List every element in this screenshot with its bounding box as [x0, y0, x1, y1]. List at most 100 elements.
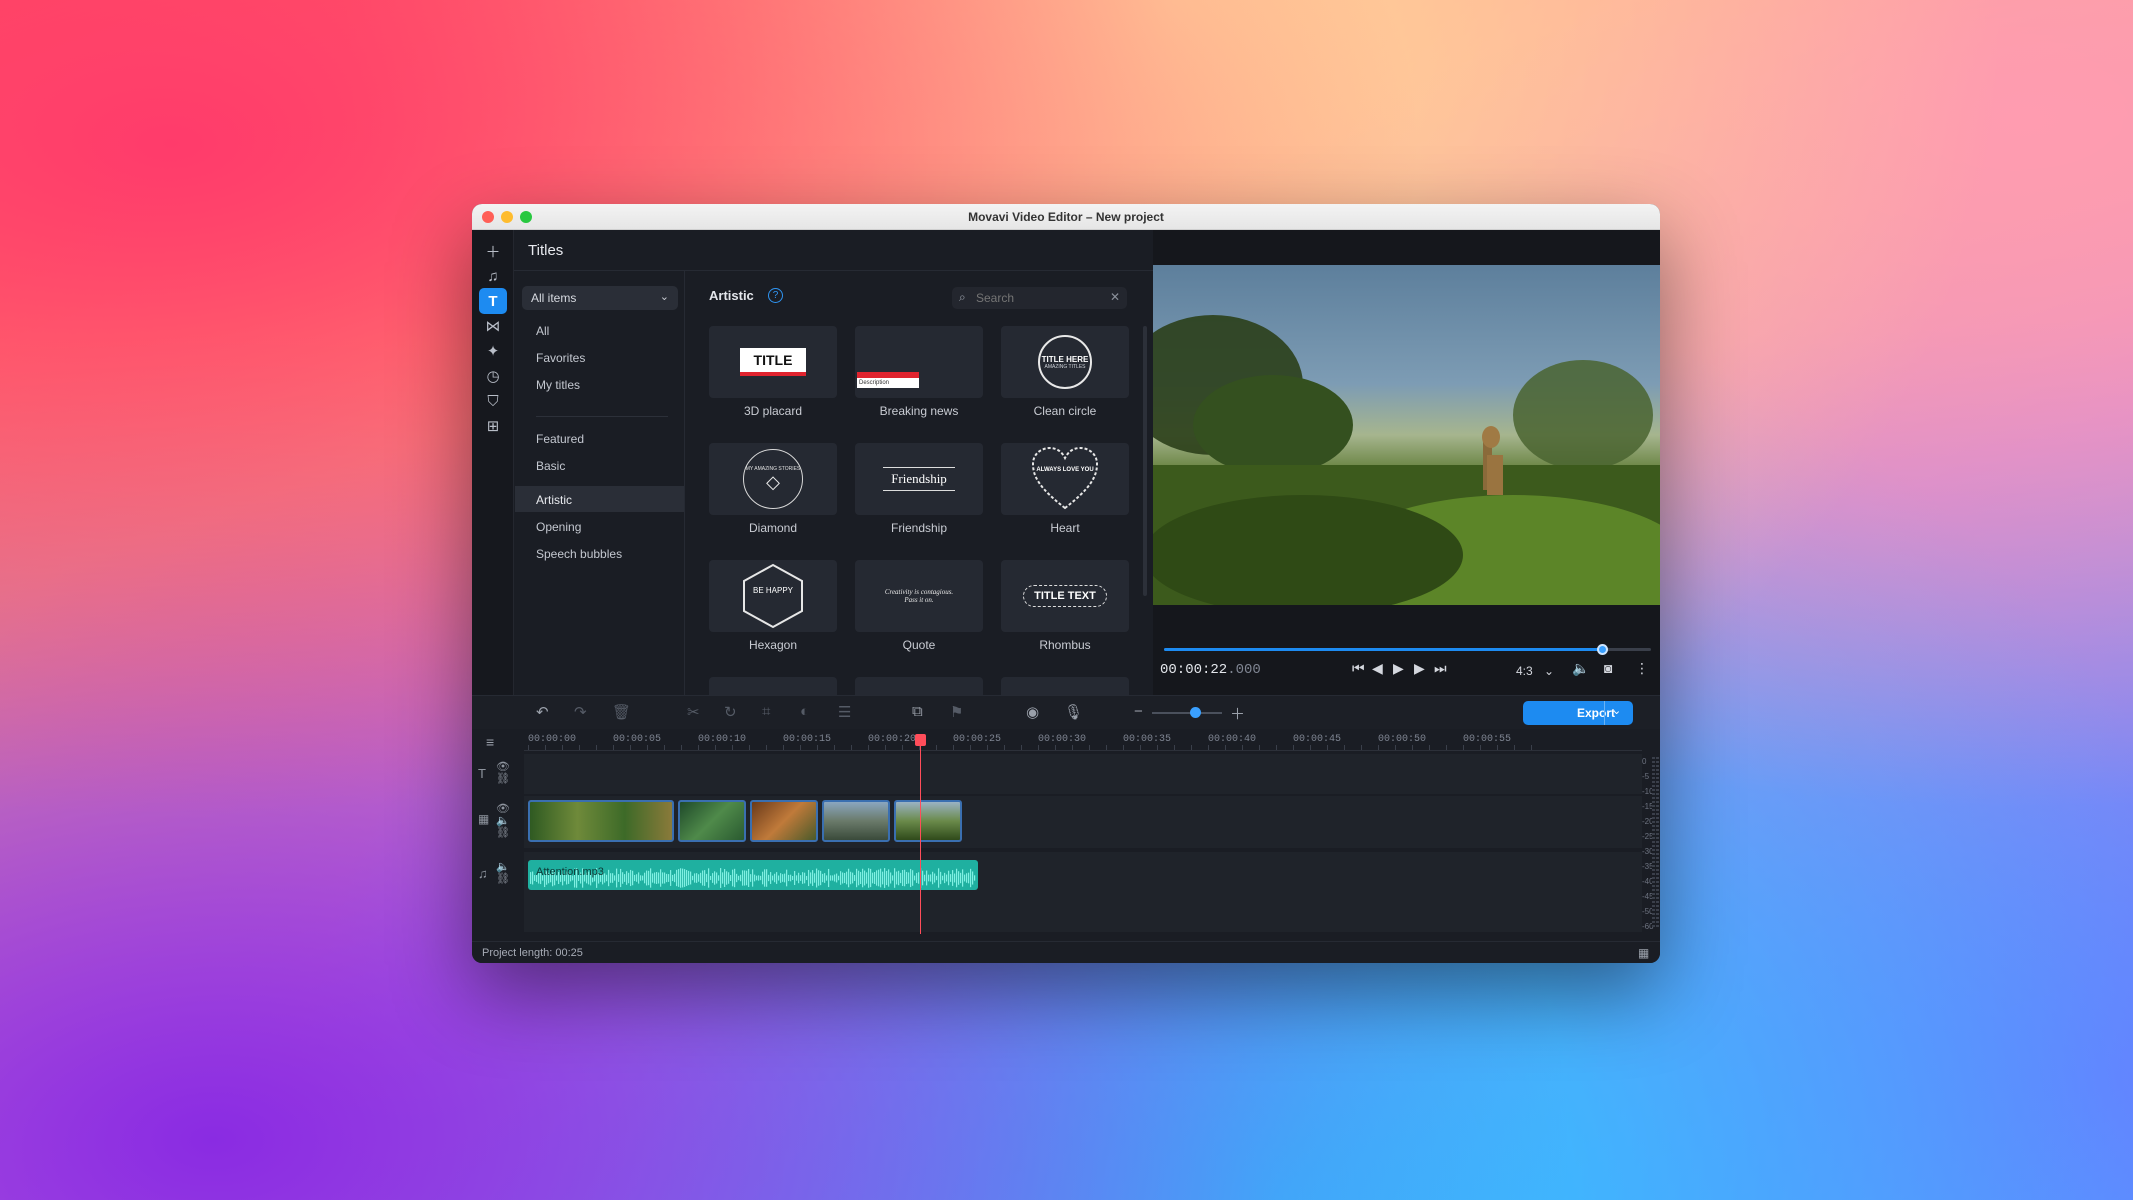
- add-files-icon[interactable]: ＋: [479, 238, 507, 264]
- filters-icon[interactable]: ✦: [479, 338, 507, 364]
- cut-icon[interactable]: ✂: [687, 703, 700, 721]
- zoom-slider[interactable]: [1152, 712, 1222, 714]
- more-tools-icon[interactable]: ⊞: [479, 413, 507, 439]
- ruler-tick: [579, 745, 580, 750]
- tile-label: Quote: [902, 638, 936, 652]
- ruler-tick: [1038, 745, 1039, 750]
- marker-icon[interactable]: ⚑: [950, 703, 963, 721]
- link-icon[interactable]: ⛓: [496, 826, 510, 839]
- playhead-handle[interactable]: [915, 734, 926, 746]
- tile-partial: [1001, 677, 1129, 695]
- waveform-bar: [816, 868, 818, 888]
- color-adjust-icon[interactable]: ◐: [800, 703, 809, 720]
- minimize-window-button[interactable]: [501, 211, 513, 223]
- ruler-label: 00:00:30: [1038, 734, 1087, 745]
- music-icon[interactable]: ♫: [479, 263, 507, 289]
- waveform-bar: [710, 875, 712, 881]
- rotate-icon[interactable]: ↻: [724, 703, 737, 721]
- tile-3d-placard[interactable]: TITLE: [709, 326, 837, 398]
- category-basic[interactable]: Basic: [536, 459, 565, 473]
- video-clip[interactable]: [528, 800, 674, 842]
- clear-search-icon[interactable]: ✕: [1110, 290, 1120, 304]
- tile-quote[interactable]: Creativity is contagious. Pass it on.: [855, 560, 983, 632]
- tile-diamond[interactable]: MY AMAZING STORIES ◇: [709, 443, 837, 515]
- tile-breaking-news[interactable]: Description: [855, 326, 983, 398]
- search-box[interactable]: ⌕ ✕: [952, 287, 1127, 309]
- tile-rhombus[interactable]: TITLE TEXT: [1001, 560, 1129, 632]
- video-clip[interactable]: [678, 800, 746, 842]
- transitions-icon[interactable]: ⋈: [479, 313, 507, 339]
- items-dropdown[interactable]: All items ⌄: [522, 286, 678, 310]
- crop-icon[interactable]: ⌗: [762, 703, 770, 720]
- waveform-bar: [768, 874, 770, 882]
- waveform-bar: [614, 875, 616, 881]
- store-icon[interactable]: ⛉: [479, 388, 507, 414]
- ruler-tick: [1123, 745, 1124, 750]
- video-clip[interactable]: [894, 800, 962, 842]
- add-track-icon[interactable]: ≡: [486, 734, 494, 750]
- grid-view-icon[interactable]: ▦: [1638, 946, 1649, 960]
- link-icon[interactable]: ⛓: [496, 872, 510, 885]
- record-screen-icon[interactable]: ◉: [1026, 703, 1039, 721]
- microphone-icon[interactable]: 🎙: [1064, 703, 1083, 721]
- tiles-scrollbar[interactable]: [1143, 326, 1147, 596]
- zoom-out-icon[interactable]: −: [1134, 703, 1143, 720]
- category-favorites[interactable]: Favorites: [536, 351, 585, 365]
- undo-icon[interactable]: ↶: [536, 703, 549, 721]
- redo-icon[interactable]: ↷: [574, 703, 587, 721]
- step-forward-icon[interactable]: ▶: [1414, 660, 1425, 677]
- zoom-slider-handle[interactable]: [1190, 707, 1201, 718]
- category-speech-bubbles[interactable]: Speech bubbles: [536, 547, 622, 561]
- ruler-label: 00:00:25: [953, 734, 1002, 745]
- chevron-down-icon[interactable]: ⌄: [1612, 704, 1621, 717]
- more-options-icon[interactable]: ⋮: [1635, 660, 1649, 677]
- maximize-window-button[interactable]: [520, 211, 532, 223]
- ruler-tick: [1378, 745, 1379, 750]
- waveform-bar: [784, 873, 786, 883]
- waveform-bar: [952, 870, 954, 886]
- overlay-icon[interactable]: ⧉: [912, 703, 923, 720]
- link-icon[interactable]: ⛓: [496, 772, 510, 785]
- chevron-down-icon: ⌄: [1544, 664, 1555, 678]
- tile-heart[interactable]: ALWAYS LOVE YOU: [1001, 443, 1129, 515]
- snapshot-icon[interactable]: ◙: [1604, 660, 1612, 676]
- close-window-button[interactable]: [482, 211, 494, 223]
- waveform-bar: [868, 868, 870, 888]
- stickers-icon[interactable]: ◷: [479, 363, 507, 389]
- waveform-bar: [950, 874, 952, 882]
- video-clip[interactable]: [822, 800, 890, 842]
- tile-hexagon[interactable]: BE HAPPY: [709, 560, 837, 632]
- ruler-tick: [545, 745, 546, 750]
- waveform-bar: [798, 872, 800, 884]
- category-opening[interactable]: Opening: [536, 520, 581, 534]
- search-input[interactable]: [976, 291, 1096, 305]
- video-preview[interactable]: [1153, 265, 1660, 605]
- category-my-titles[interactable]: My titles: [536, 378, 580, 392]
- waveform-bar: [764, 869, 766, 887]
- waveform-bar: [888, 869, 890, 887]
- titles-icon[interactable]: T: [479, 288, 507, 314]
- aspect-ratio-select[interactable]: 4:3 ⌄: [1516, 664, 1554, 678]
- volume-icon[interactable]: 🔈: [1572, 660, 1589, 677]
- delete-icon[interactable]: 🗑: [612, 703, 631, 721]
- waveform-bar: [770, 872, 772, 884]
- video-clip[interactable]: [750, 800, 818, 842]
- step-back-icon[interactable]: ◀: [1372, 660, 1383, 677]
- clip-properties-icon[interactable]: ☰: [838, 703, 851, 721]
- tile-clean-circle[interactable]: TITLE HERE AMAZING TITLES: [1001, 326, 1129, 398]
- tile-friendship[interactable]: Friendship: [855, 443, 983, 515]
- category-all[interactable]: All: [536, 324, 549, 338]
- skip-start-icon[interactable]: ⏮: [1352, 660, 1365, 677]
- tile-preview-text: Friendship: [883, 467, 955, 491]
- zoom-in-icon[interactable]: ＋: [1230, 703, 1245, 724]
- tile-label: Hexagon: [748, 638, 798, 652]
- category-artistic[interactable]: Artistic: [536, 493, 572, 507]
- skip-end-icon[interactable]: ⏭: [1434, 660, 1447, 677]
- play-icon[interactable]: ▶: [1393, 660, 1404, 677]
- category-featured[interactable]: Featured: [536, 432, 584, 446]
- title-track[interactable]: [524, 754, 1642, 794]
- meter-channel: [1652, 757, 1655, 927]
- help-icon[interactable]: ?: [768, 288, 783, 303]
- waveform-bar: [704, 870, 706, 886]
- waveform-bar: [832, 875, 834, 881]
